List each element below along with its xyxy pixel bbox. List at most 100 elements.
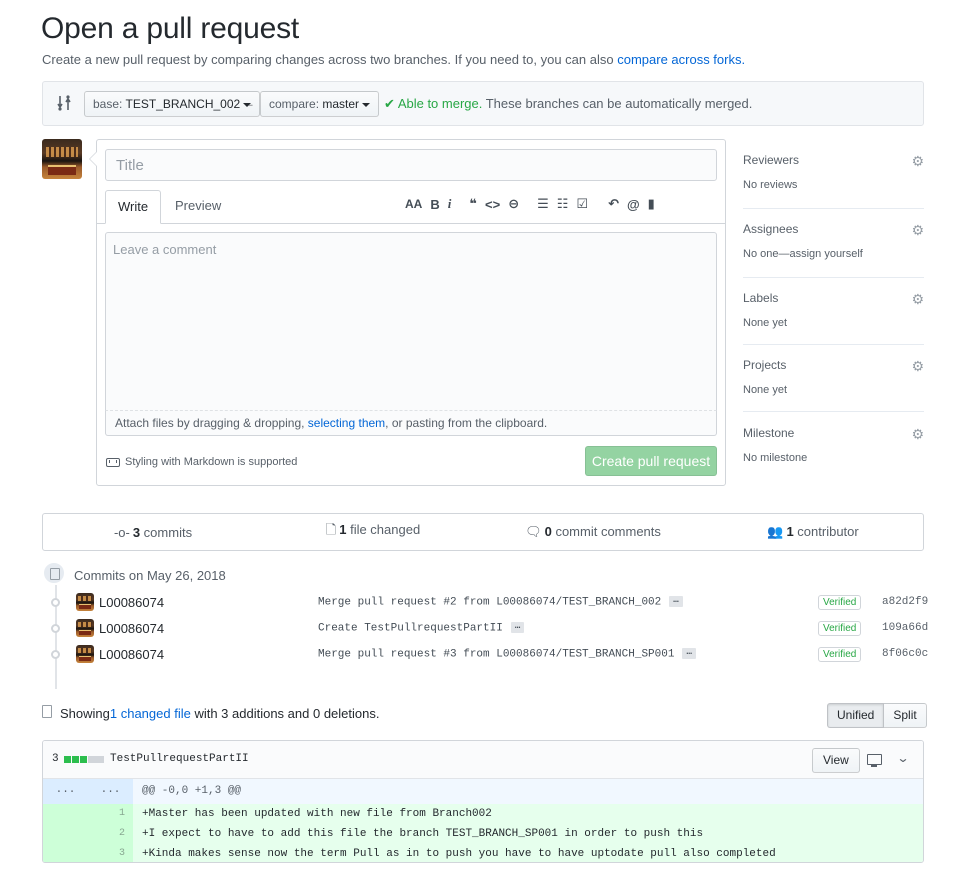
comment-icon: 🗨: [525, 524, 542, 539]
contributors-tab[interactable]: 👥 1 contributor: [703, 524, 923, 540]
user-avatar[interactable]: [42, 139, 82, 179]
mention-icon[interactable]: @: [627, 197, 640, 212]
unordered-list-icon[interactable]: ☰: [537, 196, 549, 212]
sidebar-heading: Projects: [743, 358, 787, 372]
sidebar-reviewers[interactable]: Reviewers No reviews ⚙: [743, 153, 924, 209]
commit-sha[interactable]: 8f06c0c: [882, 648, 928, 660]
ordered-list-icon[interactable]: ☷: [557, 196, 569, 212]
gear-icon[interactable]: ⚙: [911, 291, 924, 308]
unified-view-button[interactable]: Unified: [827, 703, 885, 728]
commits-tab[interactable]: -o- 3 commits: [43, 525, 263, 540]
commit-message-link[interactable]: Merge pull request #2 from L00086074/TES…: [318, 596, 661, 608]
chevron-down-icon: [362, 102, 371, 107]
reply-icon[interactable]: ↶: [608, 196, 619, 212]
commit-sha[interactable]: 109a66d: [882, 622, 928, 634]
create-pull-request-button[interactable]: Create pull request: [585, 446, 717, 476]
merge-desc-text: These branches can be automatically merg…: [482, 96, 753, 111]
markdown-note[interactable]: Styling with Markdown is supported: [106, 456, 297, 468]
new-line-number[interactable]: 2: [88, 824, 133, 844]
hunk-header: @@ -0,0 +1,3 @@: [142, 785, 242, 797]
commit-author[interactable]: L00086074: [99, 595, 164, 610]
changed-file-link[interactable]: 1 changed file: [110, 706, 191, 721]
split-view-button[interactable]: Split: [884, 703, 927, 728]
expand-down-button[interactable]: ...: [88, 779, 133, 804]
bold-icon[interactable]: B: [430, 197, 439, 212]
sidebar-heading: Assignees: [743, 222, 799, 236]
commit-sha[interactable]: a82d2f9: [882, 596, 928, 608]
gear-icon[interactable]: ⚙: [911, 222, 924, 239]
tab-preview[interactable]: Preview: [163, 190, 233, 224]
sidebar-heading: Labels: [743, 291, 779, 305]
diffstat-neutral-block: [88, 756, 104, 763]
commit-comments-tab[interactable]: 🗨 0 commit comments: [483, 524, 703, 540]
expand-ellipsis-button[interactable]: …: [669, 596, 683, 607]
commit-message-link[interactable]: Create TestPullrequestPartII: [318, 622, 503, 634]
diffstat-add-block: [72, 756, 79, 763]
expand-ellipsis-button[interactable]: …: [682, 648, 696, 659]
avatar[interactable]: [76, 645, 94, 663]
comment-textarea[interactable]: Leave a comment: [105, 232, 717, 411]
compare-branch-select[interactable]: compare: master: [260, 91, 380, 117]
verified-badge[interactable]: Verified: [818, 595, 862, 610]
select-files-link[interactable]: selecting them: [308, 416, 385, 430]
title-input[interactable]: [105, 149, 717, 181]
deletions-label: deletions.: [320, 706, 380, 721]
compare-forks-link[interactable]: compare across forks.: [617, 52, 745, 67]
check-icon: ✔: [384, 96, 395, 111]
markdown-note-text: Styling with Markdown is supported: [125, 456, 298, 468]
avatar[interactable]: [76, 619, 94, 637]
diff-addition-line: 3 +Kinda makes sense now the term Pull a…: [43, 844, 923, 862]
old-line-number[interactable]: [43, 844, 88, 862]
and-text: and: [284, 706, 313, 721]
gear-icon[interactable]: ⚙: [911, 426, 924, 443]
branch-range-bar: base: TEST_BRANCH_002 ← compare: master …: [42, 81, 924, 126]
link-icon[interactable]: ⊖: [508, 196, 519, 212]
sidebar-projects[interactable]: Projects None yet ⚙: [743, 358, 924, 412]
new-line-number[interactable]: 3: [88, 844, 133, 862]
avatar[interactable]: [76, 593, 94, 611]
sidebar-assignees[interactable]: Assignees No one—assign yourself ⚙: [743, 222, 924, 278]
hunk-header-row: ... ... @@ -0,0 +1,3 @@: [43, 779, 923, 804]
sidebar-value: None yet: [743, 384, 788, 396]
view-file-button[interactable]: View: [812, 748, 860, 773]
tab-write[interactable]: Write: [105, 190, 162, 224]
attach-text-pre: Attach files by dragging & dropping,: [115, 416, 308, 430]
attach-text-post: , or pasting from the clipboard.: [385, 416, 548, 430]
expand-up-button[interactable]: ...: [43, 779, 88, 804]
base-branch-select[interactable]: base: TEST_BRANCH_002: [84, 91, 261, 117]
chevron-down-icon[interactable]: ⌄: [896, 751, 909, 765]
verified-badge[interactable]: Verified: [818, 647, 862, 662]
italic-icon[interactable]: i: [448, 196, 452, 212]
verified-badge[interactable]: Verified: [818, 621, 862, 636]
commit-row: L00086074 Merge pull request #2 from L00…: [42, 592, 928, 614]
gear-icon[interactable]: ⚙: [911, 153, 924, 170]
quote-icon[interactable]: ❝: [469, 196, 477, 212]
diff-file-name[interactable]: TestPullrequestPartII: [110, 753, 249, 765]
old-line-number[interactable]: [43, 824, 88, 844]
bookmark-icon[interactable]: ▮: [648, 196, 655, 212]
files-label: file changed: [346, 522, 421, 537]
commit-author[interactable]: L00086074: [99, 621, 164, 636]
attach-files-bar[interactable]: Attach files by dragging & dropping, sel…: [105, 411, 717, 436]
old-line-number[interactable]: [43, 804, 88, 824]
diff-line-count: 3: [52, 753, 59, 765]
files-summary: Showing 1 changed file with 3 additions …: [42, 705, 380, 721]
code-icon[interactable]: <>: [485, 197, 500, 212]
commit-author[interactable]: L00086074: [99, 647, 164, 662]
comments-label: commit comments: [551, 524, 661, 539]
commit-message-link[interactable]: Merge pull request #3 from L00086074/TES…: [318, 648, 674, 660]
pull-request-form: Write Preview AA B i ❝ <> ⊖ ☰ ☷ ☑ ↶ @ ▮ …: [89, 139, 726, 486]
desktop-icon[interactable]: [867, 754, 882, 767]
contributors-count: 1: [786, 524, 794, 539]
task-list-icon[interactable]: ☑: [576, 196, 588, 212]
commit-dot-icon: [51, 624, 60, 633]
diffstat-add-block: [64, 756, 71, 763]
sidebar-milestone[interactable]: Milestone No milestone ⚙: [743, 426, 924, 466]
sidebar-heading: Reviewers: [743, 153, 800, 167]
gear-icon[interactable]: ⚙: [911, 358, 924, 375]
files-changed-tab[interactable]: 🗋 1 file changed: [263, 521, 483, 543]
new-line-number[interactable]: 1: [88, 804, 133, 824]
expand-ellipsis-button[interactable]: …: [510, 622, 525, 633]
sidebar-labels[interactable]: Labels None yet ⚙: [743, 291, 924, 345]
header-text-icon[interactable]: AA: [405, 197, 422, 211]
